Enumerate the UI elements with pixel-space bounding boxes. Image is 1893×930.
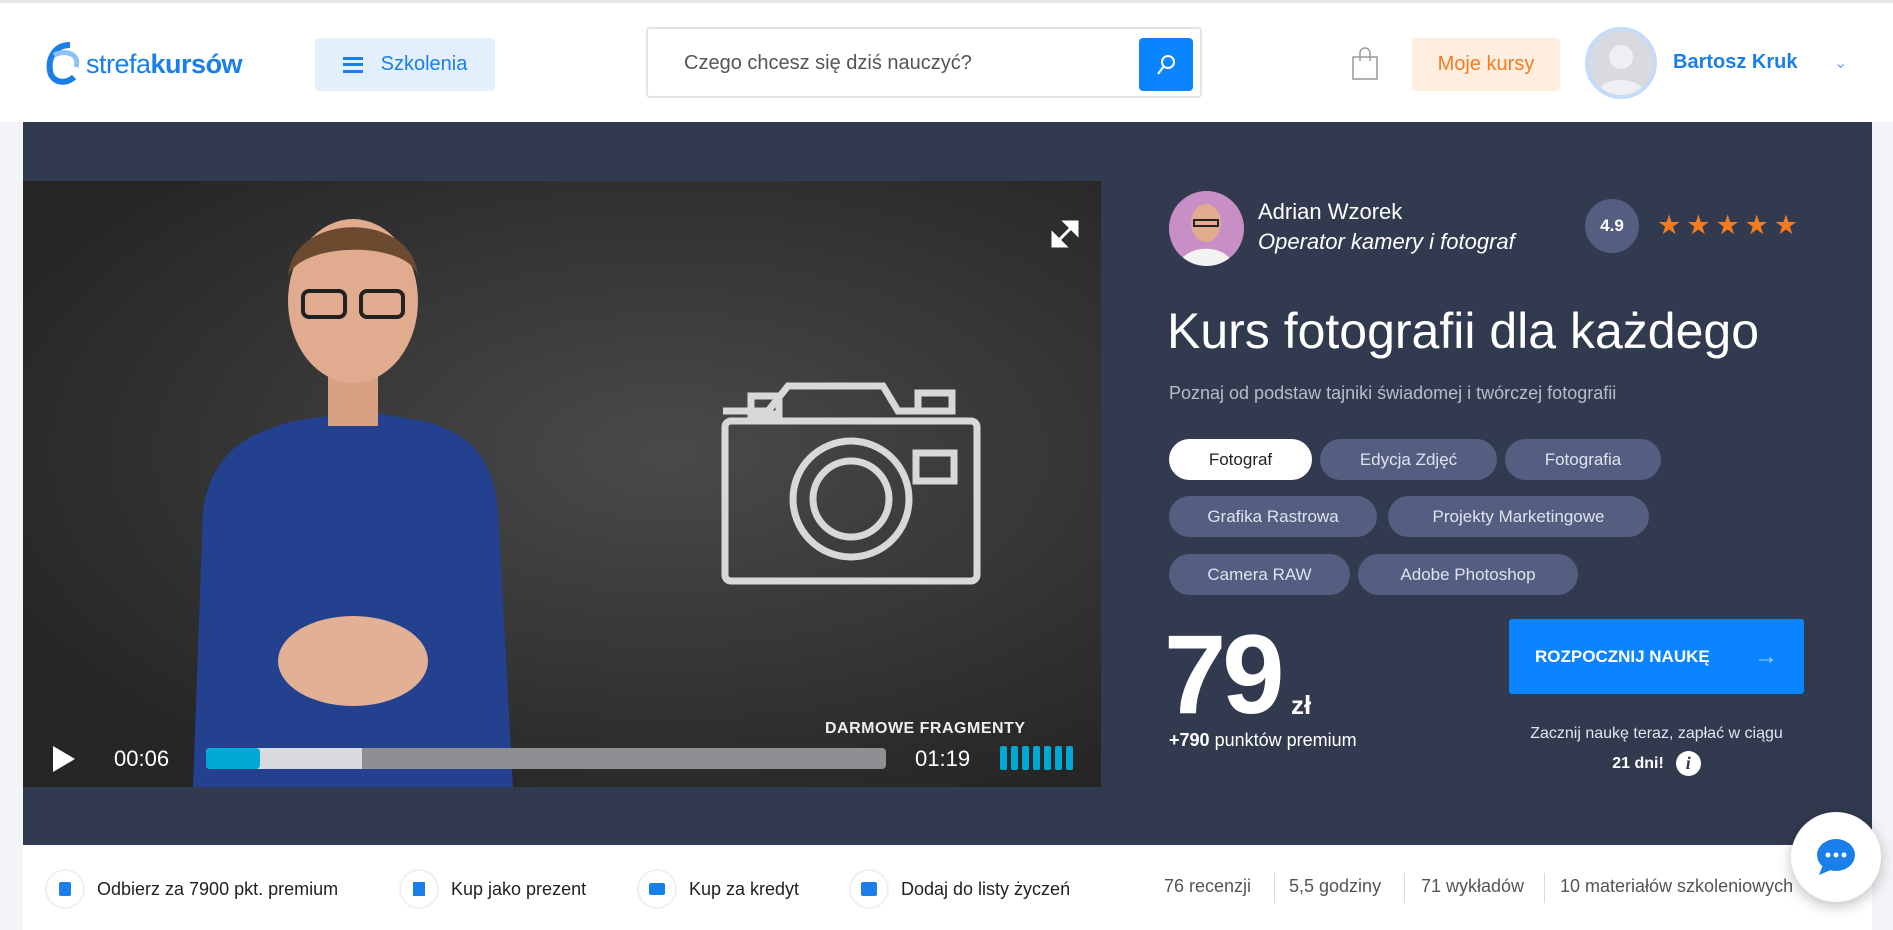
credit-card-icon [637, 869, 677, 909]
volume-bar[interactable] [1011, 746, 1018, 770]
course-subtitle: Poznaj od podstaw tajniki świadomej i tw… [1169, 383, 1617, 403]
user-silhouette-icon [1597, 45, 1645, 95]
author-title: Operator kamery i fotograf [1258, 229, 1515, 254]
author-avatar[interactable] [1169, 191, 1244, 266]
tag-adobe-photoshop[interactable]: Adobe Photoshop [1358, 554, 1578, 595]
logo-text: strefakursów [86, 48, 243, 79]
star-rating: ★ ★ ★ ★ ★ [1657, 210, 1798, 240]
volume-bar[interactable] [1000, 746, 1007, 770]
redeem-points-action[interactable]: Odbierz za 7900 pkt. premium [45, 869, 338, 909]
tag-projekty-marketingowe[interactable]: Projekty Marketingowe [1388, 496, 1649, 537]
divider [1544, 873, 1545, 903]
played-bar [206, 748, 261, 769]
pay-later-text: Zacznij naukę teraz, zapłać w ciągu [1530, 725, 1783, 742]
video-frame [193, 219, 981, 787]
wishlist-icon [849, 869, 889, 909]
video-player[interactable]: T 1 2 3 DARMOWE FRAGMENTY 00:06 01:19 [23, 181, 1101, 787]
pay-later-days: 21 dni! i [1509, 751, 1804, 776]
search-input[interactable] [684, 47, 1104, 79]
buy-on-credit-action[interactable]: Kup za kredyt [637, 869, 799, 909]
lectures-count: 71 wykładów [1421, 876, 1525, 896]
shopping-bag-icon [1352, 47, 1378, 80]
divider [1404, 873, 1405, 903]
tag-camera-raw[interactable]: Camera RAW [1169, 554, 1350, 595]
volume-bar[interactable] [1055, 746, 1062, 770]
tag-fotografia[interactable]: Fotografia [1505, 439, 1661, 480]
bag-icon [45, 869, 85, 909]
buy-as-gift-action[interactable]: Kup jako prezent [399, 869, 586, 909]
top-header: strefakursów Szkolenia Moje kursy Bartos… [0, 0, 1893, 122]
star-icon: ★ [1657, 210, 1682, 240]
user-name[interactable]: Bartosz Kruk [1673, 51, 1797, 74]
play-button[interactable] [51, 744, 77, 779]
trainings-label: Szkolenia [380, 53, 468, 75]
hamburger-icon [342, 56, 363, 73]
price-currency: zł [1291, 690, 1312, 720]
fullscreen-icon[interactable] [1050, 219, 1080, 254]
star-icon: ★ [1744, 210, 1769, 240]
my-courses-button[interactable]: Moje kursy [1412, 38, 1560, 91]
chevron-down-icon[interactable]: ⌄ [1834, 53, 1847, 73]
duration: 01:19 [915, 746, 971, 771]
arrow-right-icon: → [1754, 642, 1778, 670]
current-time: 00:06 [114, 746, 170, 771]
add-to-wishlist-action[interactable]: Dodaj do listy życzeń [849, 869, 1070, 909]
user-avatar[interactable] [1585, 27, 1657, 99]
logo[interactable]: strefakursów [44, 41, 243, 87]
rating-badge: 4.9 [1585, 199, 1639, 253]
tag-grafika-rastrowa[interactable]: Grafika Rastrowa [1169, 496, 1377, 537]
info-icon[interactable]: i [1675, 751, 1701, 776]
logo-icon [46, 42, 80, 85]
tag-edycja-zdjec[interactable]: Edycja Zdjęć [1320, 439, 1497, 480]
divider [1274, 873, 1275, 903]
volume-bar[interactable] [1033, 746, 1040, 770]
premium-points: +790 punktów premium [1169, 730, 1357, 750]
star-icon: ★ [1715, 210, 1740, 240]
course-actions-bar: Odbierz za 7900 pkt. premium Kup jako pr… [23, 845, 1872, 930]
search-icon [1157, 54, 1175, 75]
volume-bar[interactable] [1044, 746, 1051, 770]
volume-bar[interactable] [1066, 746, 1073, 770]
search-box [646, 27, 1202, 98]
tag-fotograf[interactable]: Fotograf [1169, 439, 1312, 480]
search-button[interactable] [1139, 38, 1193, 91]
reviews-count[interactable]: 76 recenzji [1164, 876, 1251, 897]
course-title: Kurs fotografii dla każdego [1167, 303, 1760, 359]
volume-bar[interactable] [1022, 746, 1029, 770]
cart-button[interactable] [1351, 47, 1379, 86]
presenter-shirt [193, 411, 513, 787]
duration-hours: 5,5 godziny [1289, 876, 1382, 896]
play-icon [53, 746, 75, 772]
free-fragments-label: DARMOWE FRAGMENTY [825, 720, 1026, 737]
progress-bar[interactable] [206, 748, 886, 769]
camera-illustration [721, 382, 981, 585]
star-icon: ★ [1773, 210, 1799, 240]
chat-icon [1817, 839, 1855, 875]
chat-button[interactable] [1791, 812, 1881, 902]
volume-control[interactable] [1000, 746, 1073, 770]
gift-icon [399, 869, 439, 909]
star-icon: ★ [1686, 210, 1711, 240]
author-name[interactable]: Adrian Wzorek [1258, 199, 1402, 225]
trainings-menu-button[interactable]: Szkolenia [315, 38, 495, 91]
start-learning-label: ROZPOCZNIJ NAUKĘ [1535, 646, 1710, 666]
my-courses-label: Moje kursy [1437, 53, 1535, 75]
start-learning-button[interactable]: ROZPOCZNIJ NAUKĘ → [1509, 619, 1804, 694]
price: 79 [1164, 612, 1285, 737]
presenter-hands [278, 616, 428, 706]
